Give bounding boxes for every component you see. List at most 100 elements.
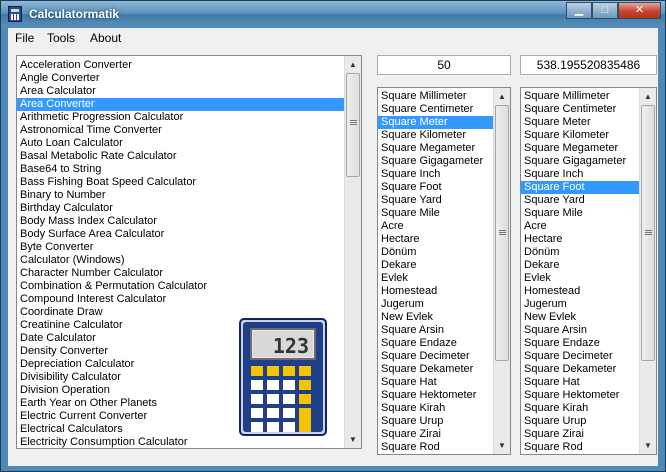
calculator-list-scrollbar[interactable]: ▲ ▼ [344, 56, 361, 448]
output-value-field[interactable]: 538.195520835486 [520, 55, 657, 75]
from-unit-item[interactable]: Square Meter [378, 116, 510, 129]
calculator-list-item[interactable]: Body Mass Index Calculator [17, 215, 361, 228]
from-unit-item[interactable]: Square Foot [378, 181, 510, 194]
from-unit-item[interactable]: Square Mile [378, 207, 510, 220]
from-unit-item[interactable]: Square Endaze [378, 337, 510, 350]
to-unit-item[interactable]: Square Inch [521, 168, 656, 181]
menu-file[interactable]: File [15, 31, 34, 45]
from-unit-item[interactable]: Square Urup [378, 415, 510, 428]
from-unit-item[interactable]: Evlek [378, 272, 510, 285]
from-unit-item[interactable]: Square Dekameter [378, 363, 510, 376]
calculator-list-item[interactable]: Base64 to String [17, 163, 361, 176]
to-unit-scrollbar[interactable]: ▲ ▼ [639, 88, 656, 454]
calculator-list-item[interactable]: Body Surface Area Calculator [17, 228, 361, 241]
calculator-list-item[interactable]: Binary to Number [17, 189, 361, 202]
to-unit-item[interactable]: Square Endaze [521, 337, 656, 350]
calculator-list-item[interactable]: Acceleration Converter [17, 59, 361, 72]
from-unit-item[interactable]: Square Rod [378, 441, 510, 454]
from-unit-item[interactable]: New Evlek [378, 311, 510, 324]
from-unit-item[interactable]: Square Gigagameter [378, 155, 510, 168]
calculator-list-item[interactable]: Bass Fishing Boat Speed Calculator [17, 176, 361, 189]
from-unit-item[interactable]: Hectare [378, 233, 510, 246]
to-unit-item[interactable]: Square Hektometer [521, 389, 656, 402]
title-bar[interactable]: Calculatormatik ▁ □ ✕ [1, 1, 665, 27]
calculator-list-item[interactable]: Area Converter [17, 98, 361, 111]
calculator-list-item[interactable]: Combination & Permutation Calculator [17, 280, 361, 293]
to-unit-item[interactable]: Square Kirah [521, 402, 656, 415]
scroll-thumb[interactable] [346, 73, 360, 177]
to-unit-item[interactable]: Square Arsin [521, 324, 656, 337]
from-unit-item[interactable]: Square Yard [378, 194, 510, 207]
to-unit-item[interactable]: New Evlek [521, 311, 656, 324]
minimize-button[interactable]: ▁ [566, 2, 592, 19]
scroll-thumb[interactable] [641, 105, 655, 361]
calculator-list-item[interactable]: Arithmetic Progression Calculator [17, 111, 361, 124]
calculator-list-item[interactable]: Compound Interest Calculator [17, 293, 361, 306]
to-unit-item[interactable]: Homestead [521, 285, 656, 298]
calculator-list-item[interactable]: Auto Loan Calculator [17, 137, 361, 150]
to-unit-item[interactable]: Square Millimeter [521, 90, 656, 103]
from-unit-item[interactable]: Square Megameter [378, 142, 510, 155]
to-unit-item[interactable]: Square Decimeter [521, 350, 656, 363]
to-unit-item[interactable]: Square Urup [521, 415, 656, 428]
to-unit-item[interactable]: Square Dekameter [521, 363, 656, 376]
from-unit-item[interactable]: Square Hektometer [378, 389, 510, 402]
to-unit-item[interactable]: Hectare [521, 233, 656, 246]
to-unit-item[interactable]: Dönüm [521, 246, 656, 259]
to-unit-item[interactable]: Evlek [521, 272, 656, 285]
from-unit-item[interactable]: Dönüm [378, 246, 510, 259]
calculator-list-item[interactable]: Astronomical Time Converter [17, 124, 361, 137]
calculator-list-item[interactable]: Electricity Consumption Calculator [17, 436, 361, 448]
maximize-button[interactable]: □ [592, 2, 618, 19]
to-unit-item[interactable]: Square Centimeter [521, 103, 656, 116]
calculator-app-icon [8, 6, 22, 22]
from-unit-item[interactable]: Square Kilometer [378, 129, 510, 142]
from-unit-item[interactable]: Square Zirai [378, 428, 510, 441]
from-unit-item[interactable]: Square Centimeter [378, 103, 510, 116]
from-unit-item[interactable]: Dekare [378, 259, 510, 272]
from-unit-item[interactable]: Square Hat [378, 376, 510, 389]
close-button[interactable]: ✕ [618, 2, 661, 19]
calculator-list-item[interactable]: Basal Metabolic Rate Calculator [17, 150, 361, 163]
to-unit-item[interactable]: Square Mile [521, 207, 656, 220]
to-unit-item[interactable]: Square Hat [521, 376, 656, 389]
from-unit-list[interactable]: Square Millimeter Square Centimeter Square… [377, 87, 511, 455]
to-unit-item[interactable]: Square Rod [521, 441, 656, 454]
to-unit-list[interactable]: Square Millimeter Square Centimeter Square… [520, 87, 657, 455]
from-unit-item[interactable]: Square Decimeter [378, 350, 510, 363]
calculator-list-item[interactable]: Area Calculator [17, 85, 361, 98]
calculator-list-item[interactable]: Birthday Calculator [17, 202, 361, 215]
input-value-field[interactable]: 50 [377, 55, 511, 75]
scroll-down-icon[interactable]: ▼ [345, 431, 361, 448]
to-unit-item[interactable]: Square Foot [521, 181, 656, 194]
to-unit-item[interactable]: Square Gigagameter [521, 155, 656, 168]
menu-about[interactable]: About [90, 31, 121, 45]
to-unit-item[interactable]: Square Zirai [521, 428, 656, 441]
scroll-thumb[interactable] [495, 105, 509, 361]
scroll-up-icon[interactable]: ▲ [345, 56, 361, 73]
from-unit-item[interactable]: Acre [378, 220, 510, 233]
calculator-list-item[interactable]: Angle Converter [17, 72, 361, 85]
from-unit-item[interactable]: Square Millimeter [378, 90, 510, 103]
calculator-list-item[interactable]: Byte Converter [17, 241, 361, 254]
from-unit-item[interactable]: Homestead [378, 285, 510, 298]
scroll-up-icon[interactable]: ▲ [640, 88, 656, 105]
calculator-list-item[interactable]: Calculator (Windows) [17, 254, 361, 267]
scroll-up-icon[interactable]: ▲ [494, 88, 510, 105]
to-unit-item[interactable]: Jugerum [521, 298, 656, 311]
to-unit-item[interactable]: Acre [521, 220, 656, 233]
from-unit-scrollbar[interactable]: ▲ ▼ [493, 88, 510, 454]
to-unit-item[interactable]: Square Kilometer [521, 129, 656, 142]
to-unit-item[interactable]: Square Megameter [521, 142, 656, 155]
menu-tools[interactable]: Tools [47, 31, 75, 45]
from-unit-item[interactable]: Square Inch [378, 168, 510, 181]
scroll-down-icon[interactable]: ▼ [640, 437, 656, 454]
to-unit-item[interactable]: Dekare [521, 259, 656, 272]
scroll-down-icon[interactable]: ▼ [494, 437, 510, 454]
to-unit-item[interactable]: Square Yard [521, 194, 656, 207]
calculator-list-item[interactable]: Character Number Calculator [17, 267, 361, 280]
to-unit-item[interactable]: Square Meter [521, 116, 656, 129]
from-unit-item[interactable]: Square Kirah [378, 402, 510, 415]
from-unit-item[interactable]: Jugerum [378, 298, 510, 311]
from-unit-item[interactable]: Square Arsin [378, 324, 510, 337]
